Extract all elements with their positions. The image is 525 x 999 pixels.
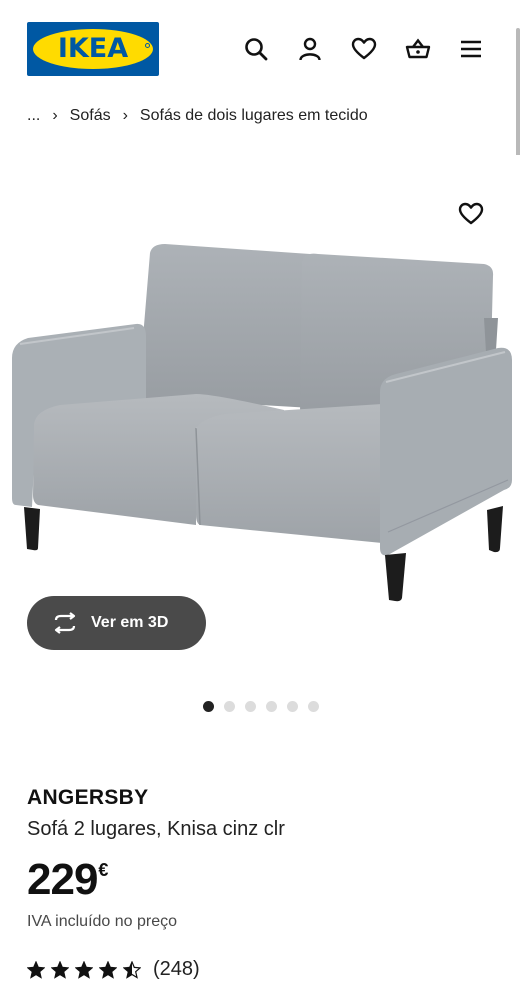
product-name: ANGERSBY <box>27 786 149 809</box>
product-price: 229 € <box>27 856 108 904</box>
heart-icon[interactable] <box>350 35 378 63</box>
breadcrumb-item-sofas[interactable]: Sofás <box>70 107 111 125</box>
gallery-dot[interactable] <box>245 701 256 712</box>
breadcrumb-separator: › <box>52 107 58 124</box>
star-icon <box>51 960 69 979</box>
product-description: Sofá 2 lugares, Knisa cinz clr <box>27 818 285 840</box>
logo-oval: IKEA <box>33 29 153 69</box>
rating-stars <box>27 960 141 979</box>
header: IKEA <box>0 0 525 100</box>
breadcrumb-ellipsis[interactable]: ... <box>27 107 40 125</box>
search-icon[interactable] <box>242 35 270 63</box>
price-integer: 229 <box>27 855 98 904</box>
view-in-3d-label: Ver em 3D <box>91 614 169 631</box>
gallery-dot[interactable] <box>224 701 235 712</box>
gallery-dot[interactable] <box>203 701 214 712</box>
product-image-gallery[interactable] <box>0 155 525 615</box>
rotate-3d-icon <box>54 612 76 634</box>
sofa-image <box>12 244 512 602</box>
heart-icon <box>458 202 484 225</box>
gallery-pagination <box>203 701 319 712</box>
rating-count: (248) <box>153 958 200 980</box>
registered-mark <box>145 43 150 48</box>
breadcrumb-separator: › <box>122 107 128 124</box>
star-icon <box>99 960 117 979</box>
view-in-3d-button[interactable]: Ver em 3D <box>27 596 206 650</box>
logo-text: IKEA <box>57 33 129 64</box>
gallery-dot[interactable] <box>287 701 298 712</box>
ikea-logo[interactable]: IKEA <box>27 22 159 76</box>
basket-icon[interactable] <box>404 35 432 63</box>
vat-note: IVA incluído no preço <box>27 913 178 930</box>
gallery-dot[interactable] <box>308 701 319 712</box>
scrollbar[interactable] <box>516 28 520 166</box>
breadcrumb: ... › Sofás › Sofás de dois lugares em t… <box>27 104 368 128</box>
price-currency: € <box>98 860 109 880</box>
star-icon <box>75 960 93 979</box>
star-icon <box>27 960 45 979</box>
product-rating[interactable]: (248) <box>27 958 200 981</box>
breadcrumb-item-fabric-two-seat[interactable]: Sofás de dois lugares em tecido <box>140 107 368 125</box>
user-icon[interactable] <box>296 35 324 63</box>
menu-icon[interactable] <box>457 35 485 63</box>
gallery-dot[interactable] <box>266 701 277 712</box>
add-to-favourites-button[interactable] <box>455 199 487 229</box>
star-icon <box>123 960 141 979</box>
